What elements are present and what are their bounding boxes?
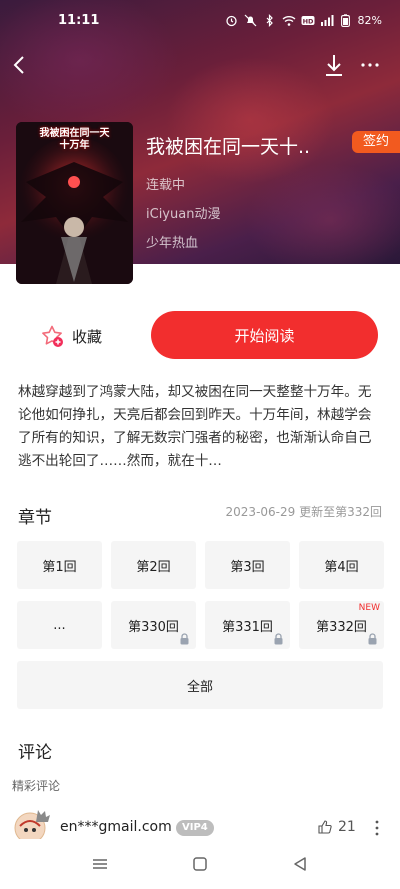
book-status: 连载中 <box>146 178 186 193</box>
comments-heading: 评论 <box>18 743 52 763</box>
start-reading-button[interactable]: 开始阅读 <box>151 311 378 359</box>
chapter-item-locked[interactable]: 第331回 <box>205 601 290 649</box>
battery-icon <box>339 13 352 27</box>
comment-more-button[interactable] <box>372 818 382 838</box>
chapter-label: 第1回 <box>42 559 77 575</box>
top-bar <box>0 50 400 80</box>
chapter-label: ... <box>53 617 66 633</box>
book-genre[interactable]: 少年热血 <box>146 232 198 251</box>
mute-icon <box>244 14 257 27</box>
battery-level: 82% <box>357 13 382 27</box>
hd-icon: HD <box>301 14 315 27</box>
chapter-label: 第331回 <box>222 619 273 635</box>
alarm-icon <box>225 14 238 27</box>
star-add-icon <box>42 325 63 347</box>
status-time: 11:11 <box>58 12 100 28</box>
collect-button[interactable]: 收藏 <box>40 322 102 350</box>
back-button[interactable] <box>8 50 32 80</box>
book-description[interactable]: 林越穿越到了鸿蒙大陆，却又被困在同一天整整十万年。无论他如何挣扎，天亮后都会回到… <box>18 381 384 473</box>
chapter-label: 第3回 <box>230 559 265 575</box>
chapter-ellipsis[interactable]: ... <box>17 601 102 649</box>
triangle-back-icon <box>294 857 306 871</box>
comment-username[interactable]: en***gmail.com <box>60 819 172 835</box>
back-arrow-icon <box>13 56 24 74</box>
like-count: 21 <box>338 819 356 835</box>
book-author[interactable]: iCiyuan动漫 <box>146 203 220 222</box>
new-tag: NEW <box>358 603 380 613</box>
more-dots-icon <box>361 63 379 67</box>
chapter-item-locked[interactable]: NEW 第332回 <box>299 601 384 649</box>
vip-badge: VIP4 <box>176 820 214 836</box>
chapter-item[interactable]: 第1回 <box>17 541 102 589</box>
download-icon <box>326 55 342 76</box>
lock-icon <box>180 633 189 645</box>
download-button[interactable] <box>322 50 346 80</box>
bluetooth-icon <box>263 13 276 27</box>
book-cover: 我被困在同一天 十万年 <box>16 122 133 284</box>
cover-title-art: 我被困在同一天 十万年 <box>39 128 110 151</box>
vertical-dots-icon <box>375 820 379 836</box>
chapter-label: 第332回 <box>316 619 367 635</box>
book-title: 我被困在同一天十.. <box>146 136 311 158</box>
chapters-heading: 章节 <box>18 508 52 528</box>
signed-badge: 签约 <box>352 131 400 153</box>
recents-button[interactable] <box>90 854 110 874</box>
wifi-icon <box>282 14 295 27</box>
chapter-label: 第330回 <box>128 619 179 635</box>
featured-comments-label: 精彩评论 <box>12 779 61 793</box>
chapter-label: 第2回 <box>136 559 171 575</box>
crown-icon <box>36 810 50 822</box>
chapter-item-locked[interactable]: 第330回 <box>111 601 196 649</box>
home-button[interactable] <box>190 854 210 874</box>
chapter-label: 第4回 <box>324 559 359 575</box>
lock-icon <box>274 633 283 645</box>
chapter-item[interactable]: 第3回 <box>205 541 290 589</box>
more-button[interactable] <box>358 50 382 80</box>
menu-lines-icon <box>93 859 107 869</box>
system-back-button[interactable] <box>290 854 310 874</box>
lock-icon <box>368 633 377 645</box>
svg-text:HD: HD <box>302 17 313 25</box>
square-icon <box>193 857 207 871</box>
all-chapters-button[interactable]: 全部 <box>17 661 383 709</box>
chapter-item[interactable]: 第4回 <box>299 541 384 589</box>
system-nav-bar <box>0 839 400 889</box>
thumbs-up-icon <box>318 820 332 834</box>
chapter-item[interactable]: 第2回 <box>111 541 196 589</box>
status-icons: HD 82% <box>225 14 382 27</box>
signal-icon <box>320 14 334 27</box>
update-info: 2023-06-29 更新至第332回 <box>225 505 382 519</box>
status-bar: 11:11 HD 82% <box>0 0 400 40</box>
like-button[interactable]: 21 <box>318 819 356 835</box>
collect-label: 收藏 <box>72 327 103 346</box>
